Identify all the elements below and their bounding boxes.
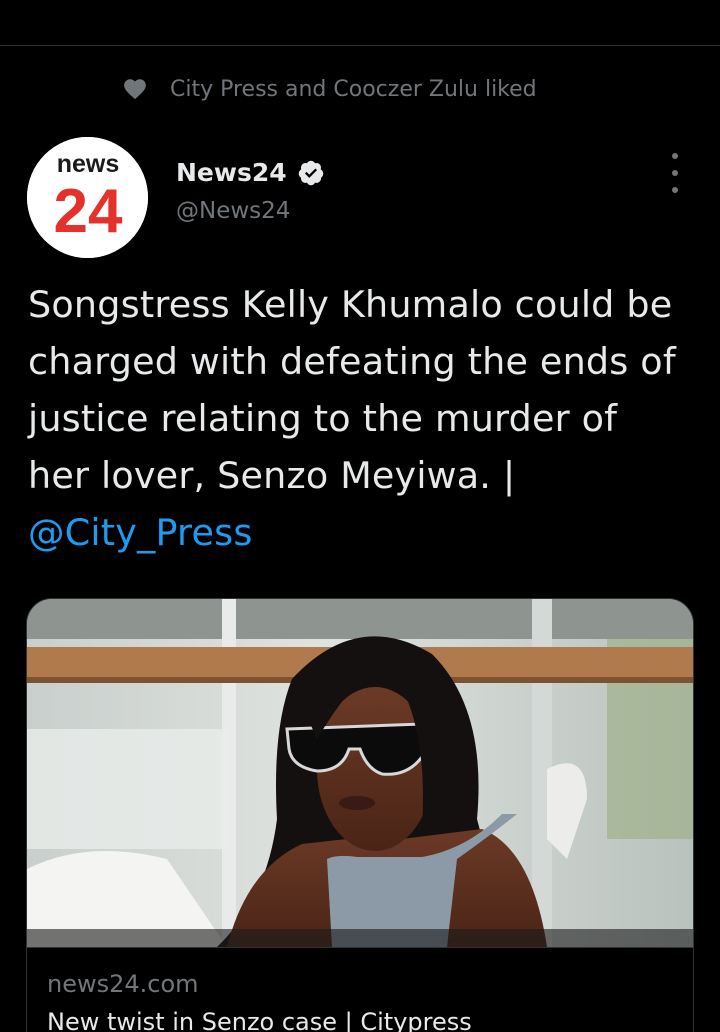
- verified-badge-icon: [297, 159, 325, 187]
- link-preview-card[interactable]: news24.com New twist in Senzo case | Cit…: [26, 598, 694, 1032]
- logo-line1: news: [57, 150, 120, 178]
- tweet-screen: City Press and Cooczer Zulu liked news 2…: [0, 0, 720, 1032]
- card-domain: news24.com: [47, 970, 199, 998]
- tweet-body: Songstress Kelly Khumalo could be charge…: [28, 283, 676, 497]
- logo-line2: 24: [54, 177, 123, 246]
- top-divider: [0, 45, 720, 46]
- more-options-button[interactable]: [664, 153, 686, 193]
- avatar[interactable]: news 24: [27, 137, 148, 258]
- author-handle[interactable]: @News24: [176, 198, 325, 224]
- social-context[interactable]: City Press and Cooczer Zulu liked: [122, 74, 537, 104]
- author-name-row: News24: [176, 158, 325, 187]
- more-vertical-icon-dot: [672, 187, 678, 193]
- more-vertical-icon: [672, 153, 678, 159]
- author-block[interactable]: News24 @News24: [176, 158, 325, 224]
- article-photo: [27, 599, 693, 947]
- news24-logo: news 24: [27, 137, 148, 258]
- author-name[interactable]: News24: [176, 158, 287, 187]
- tweet-text: Songstress Kelly Khumalo could be charge…: [28, 276, 688, 561]
- heart-icon: [122, 76, 148, 102]
- card-image[interactable]: [27, 599, 693, 947]
- card-meta: news24.com New twist in Senzo case | Cit…: [27, 947, 693, 1032]
- social-context-text: City Press and Cooczer Zulu liked: [170, 76, 537, 102]
- more-vertical-icon-dot: [672, 170, 678, 176]
- card-title[interactable]: New twist in Senzo case | Citypress: [47, 1008, 693, 1032]
- mention-link[interactable]: @City_Press: [28, 511, 253, 554]
